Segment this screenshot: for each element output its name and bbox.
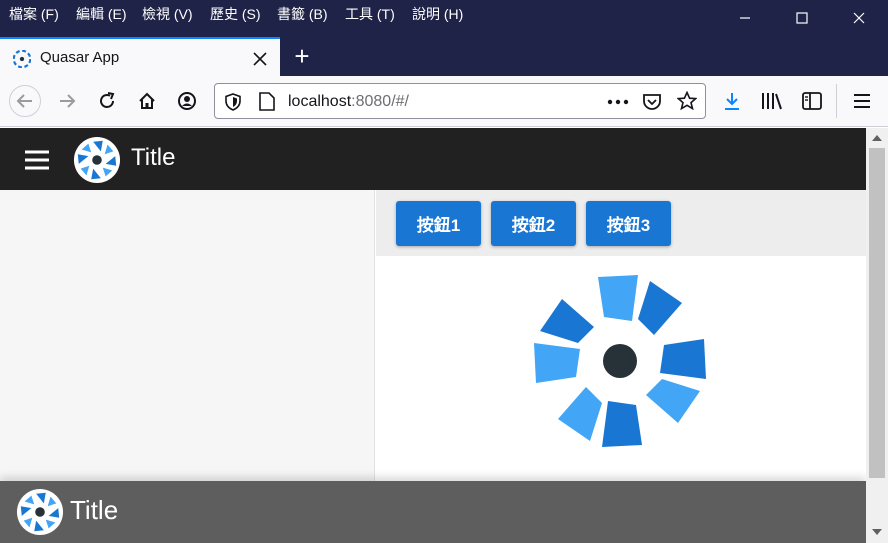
url-text: localhost:8080/#/ <box>288 93 409 111</box>
arrow-left-icon <box>16 94 32 108</box>
page-viewport: Title 按鈕1 按鈕2 按鈕3 Title <box>0 128 866 543</box>
menu-view[interactable]: 檢視 (V) <box>142 4 193 24</box>
close-icon <box>853 12 865 24</box>
download-icon <box>725 93 739 110</box>
close-tab-icon[interactable] <box>253 52 267 66</box>
reload-button[interactable] <box>93 87 121 115</box>
vertical-scrollbar[interactable] <box>866 128 888 543</box>
menu-tools[interactable]: 工具 (T) <box>345 4 395 24</box>
pocket-icon[interactable] <box>642 92 662 112</box>
library-button[interactable] <box>758 87 786 115</box>
tab-title: Quasar App <box>40 49 120 66</box>
menu-history[interactable]: 歷史 (S) <box>210 4 261 24</box>
button-toolbar: 按鈕1 按鈕2 按鈕3 <box>376 190 866 256</box>
home-button[interactable] <box>133 87 161 115</box>
bookmark-star-icon[interactable] <box>677 91 697 111</box>
header-title: Title <box>131 144 176 171</box>
maximize-button[interactable] <box>773 0 831 36</box>
account-button[interactable] <box>173 87 201 115</box>
reload-icon <box>100 92 115 108</box>
account-icon <box>178 92 196 110</box>
button-3[interactable]: 按鈕3 <box>586 201 671 246</box>
home-icon <box>139 92 155 109</box>
scrollbar-thumb[interactable] <box>869 148 885 478</box>
sidebar-icon <box>802 92 822 110</box>
quasar-logo-icon <box>73 136 121 184</box>
forward-button[interactable] <box>53 87 81 115</box>
quasar-logo-icon <box>16 488 64 536</box>
close-window-button[interactable] <box>830 0 888 36</box>
menu-icon[interactable] <box>24 150 50 170</box>
app-footer: Title <box>0 481 866 543</box>
tab-quasar-app[interactable]: Quasar App <box>0 37 280 76</box>
navigation-toolbar: localhost:8080/#/ <box>0 76 888 127</box>
footer-title: Title <box>70 495 119 525</box>
menu-file[interactable]: 檔案 (F) <box>9 4 59 24</box>
button-2[interactable]: 按鈕2 <box>491 201 576 246</box>
window-titlebar: 檔案 (F) 編輯 (E) 檢視 (V) 歷史 (S) 書籤 (B) 工具 (T… <box>0 0 888 37</box>
app-header: Title <box>0 128 866 190</box>
library-icon <box>762 93 782 110</box>
app-menu-button[interactable] <box>848 87 876 115</box>
minimize-button[interactable] <box>716 0 774 36</box>
page-icon[interactable] <box>259 92 275 111</box>
url-path: :8080/#/ <box>351 93 409 110</box>
back-button[interactable] <box>9 85 41 117</box>
shield-icon[interactable] <box>225 93 241 111</box>
menu-help[interactable]: 說明 (H) <box>412 4 463 24</box>
quasar-large-logo <box>534 275 706 447</box>
minimize-icon <box>740 17 750 19</box>
new-tab-button[interactable]: + <box>287 43 317 73</box>
arrow-right-icon <box>60 94 76 108</box>
menu-bookmarks[interactable]: 書籤 (B) <box>277 4 328 24</box>
toolbar-divider <box>836 84 837 118</box>
url-bar[interactable]: localhost:8080/#/ <box>214 83 706 119</box>
page-content <box>376 256 866 481</box>
maximize-icon <box>796 12 808 24</box>
sidebar-button[interactable] <box>798 87 826 115</box>
quasar-favicon-icon <box>13 50 31 68</box>
more-dots-icon[interactable] <box>607 99 629 105</box>
menu-edit[interactable]: 編輯 (E) <box>76 4 127 24</box>
hamburger-menu-icon <box>854 94 870 108</box>
tab-strip: Quasar App + <box>0 37 888 76</box>
scroll-up-arrow-icon[interactable] <box>872 134 882 142</box>
button-1[interactable]: 按鈕1 <box>396 201 481 246</box>
url-host: localhost <box>288 93 352 110</box>
downloads-button[interactable] <box>718 87 746 115</box>
scroll-down-arrow-icon[interactable] <box>872 528 882 536</box>
